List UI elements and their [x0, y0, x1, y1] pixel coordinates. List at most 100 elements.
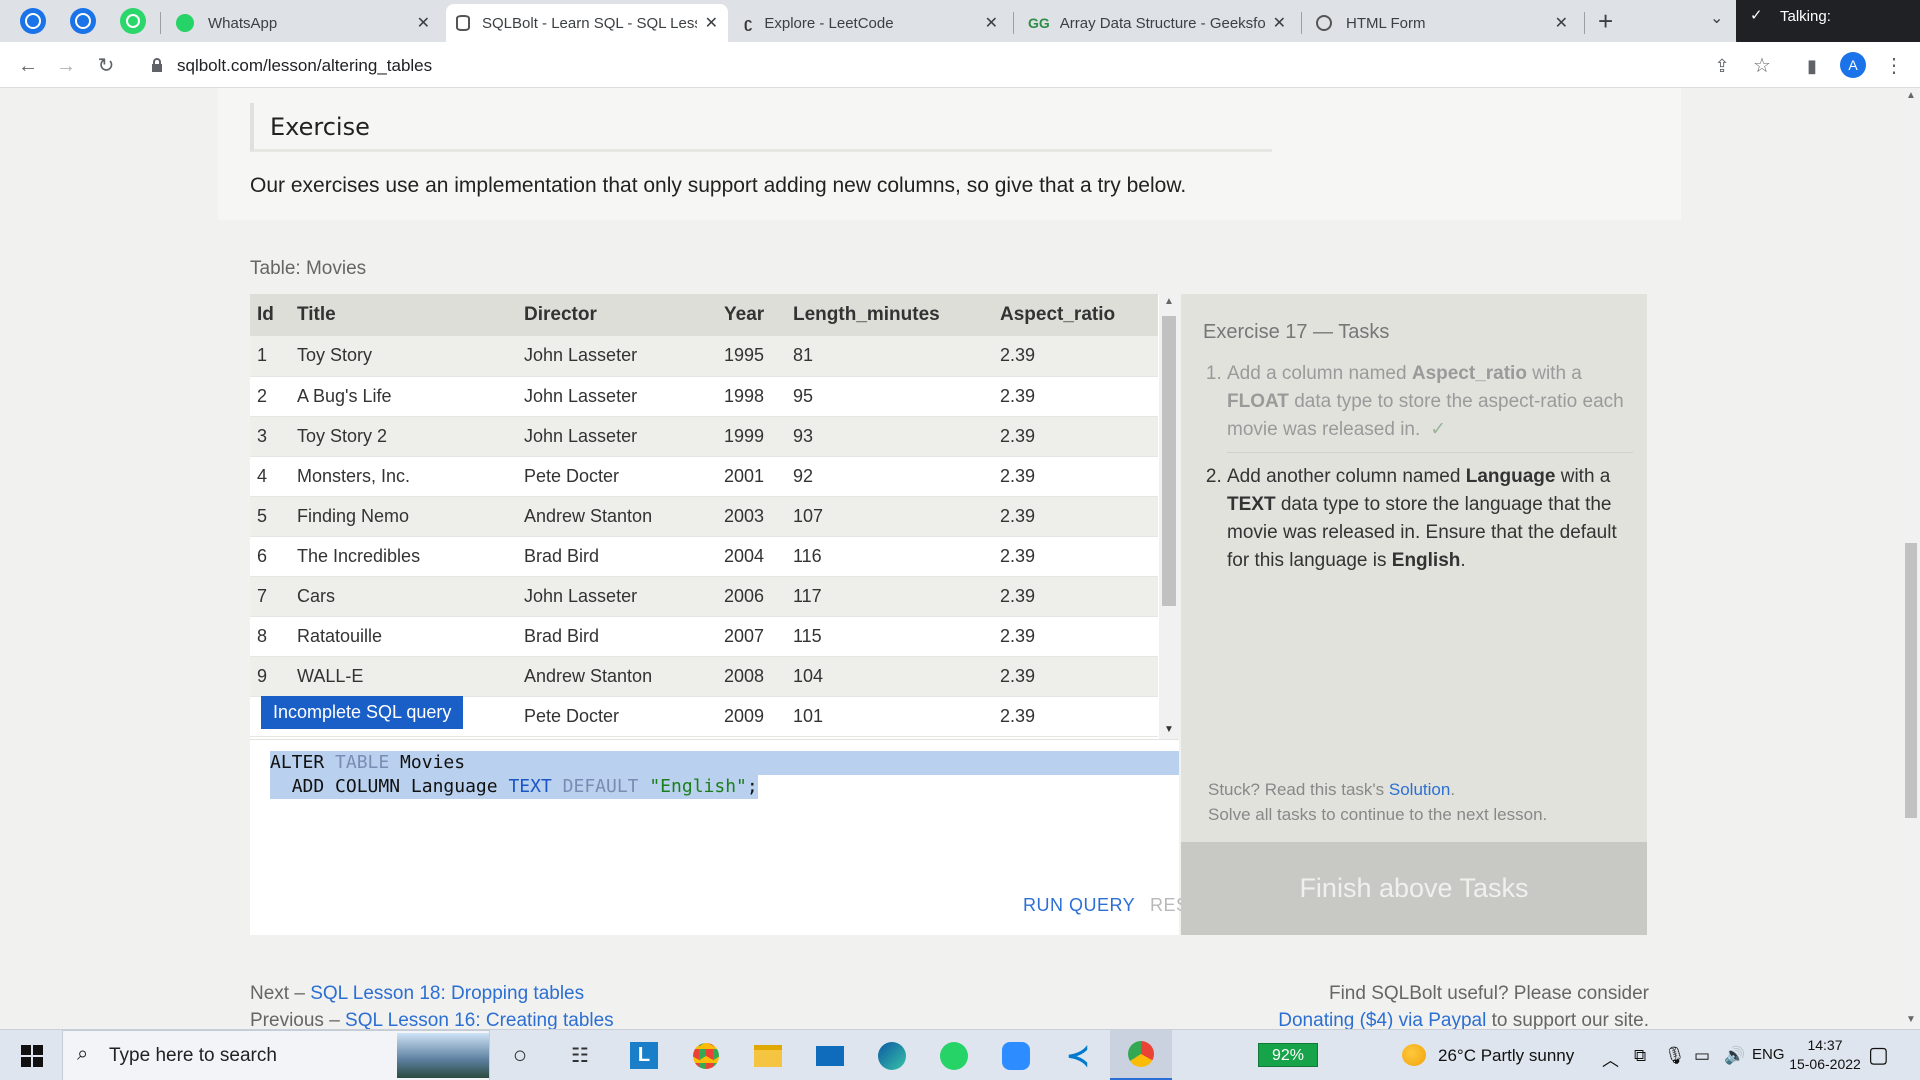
whatsapp-icon[interactable]	[934, 1030, 974, 1080]
edge-icon[interactable]	[872, 1030, 912, 1080]
chevron-down-icon: ✓	[1750, 7, 1763, 24]
table-cell: Pete Docter	[517, 696, 717, 737]
zoom-icon[interactable]	[996, 1030, 1036, 1080]
table-cell: Andrew Stanton	[517, 656, 717, 697]
pinned-tab-1[interactable]	[20, 8, 46, 34]
share-icon[interactable]: ⇪	[1708, 52, 1736, 80]
table-scrollbar-thumb[interactable]	[1162, 316, 1176, 606]
menu-kebab-icon[interactable]: ⋮	[1880, 52, 1908, 80]
cortana-icon[interactable]: ○	[500, 1030, 540, 1080]
lock-icon	[152, 58, 162, 72]
profile-avatar[interactable]: A	[1840, 52, 1866, 78]
next-lesson-link[interactable]: SQL Lesson 18: Dropping tables	[310, 983, 584, 1004]
battery-icon[interactable]: ▭	[1694, 1046, 1710, 1066]
task-item-1: Add a column named Aspect_ratio with a F…	[1227, 360, 1633, 453]
table-row: 6 The Incredibles Brad Bird 2004 116 2.39	[250, 536, 1158, 577]
scroll-down-arrow-icon[interactable]: ▼	[1164, 724, 1174, 735]
tab-whatsapp[interactable]: WhatsApp ✕	[166, 4, 440, 42]
sql-keyword: TABLE	[335, 752, 390, 773]
chrome-icon[interactable]	[686, 1030, 726, 1080]
table-cell: 2.39	[993, 576, 1158, 617]
table-cell: Brad Bird	[517, 536, 717, 577]
table-header-row: Id Title Director Year Length_minutes As…	[250, 294, 1158, 336]
table-cell: John Lasseter	[517, 576, 717, 617]
solution-link[interactable]: Solution	[1389, 780, 1450, 799]
task-view-icon[interactable]: ☷	[560, 1030, 600, 1080]
reload-button[interactable]: ↻	[92, 52, 120, 80]
mail-icon[interactable]	[810, 1030, 850, 1080]
clock[interactable]: 14:37 15-06-2022	[1770, 1036, 1880, 1074]
close-tab-icon[interactable]: ✕	[1273, 13, 1286, 33]
next-label: Next –	[250, 983, 311, 1004]
finish-tasks-button[interactable]: Finish above Tasks	[1181, 842, 1647, 935]
sql-code[interactable]: ALTER TABLE Movies ADD COLUMN Language T…	[270, 751, 1179, 799]
file-explorer-icon[interactable]	[748, 1030, 788, 1080]
tab-leetcode[interactable]: ʗ Explore - LeetCode ✕	[734, 4, 1008, 42]
bookmark-star-icon[interactable]: ☆	[1748, 52, 1776, 80]
page-scrollbar-thumb[interactable]	[1905, 543, 1917, 818]
task-text: Add another column named	[1227, 466, 1466, 487]
close-tab-icon[interactable]: ✕	[985, 13, 998, 33]
table-label: Table: Movies	[250, 258, 367, 279]
column-header: Director	[517, 294, 717, 336]
pinned-tab-3[interactable]	[120, 8, 146, 34]
weather-icon[interactable]	[1402, 1044, 1426, 1066]
scroll-up-arrow-icon[interactable]: ▲	[1164, 296, 1174, 307]
tab-title: Array Data Structure - Geeksfor	[1059, 14, 1265, 32]
new-tab-button[interactable]: +	[1598, 6, 1613, 37]
run-query-button[interactable]: RUN QUERY	[1023, 895, 1135, 916]
tab-search-button[interactable]: ⌄	[1710, 8, 1723, 28]
l-app-icon[interactable]: L	[624, 1030, 664, 1080]
talking-indicator[interactable]: ✓ Talking:	[1736, 0, 1920, 48]
close-tab-icon[interactable]: ✕	[1555, 13, 1568, 33]
vscode-icon[interactable]: ≺	[1058, 1030, 1098, 1080]
table-cell: 1	[250, 336, 290, 377]
pinned-site-icon	[75, 13, 91, 29]
back-button[interactable]: ←	[14, 52, 42, 80]
table-cell: 115	[786, 616, 993, 657]
table-cell: 8	[250, 616, 290, 657]
page-scrollbar[interactable]: ▲ ▼	[1902, 88, 1920, 1029]
sql-text: Language	[400, 776, 509, 797]
sql-string: "English"	[649, 776, 747, 797]
volume-icon[interactable]: 🔊	[1724, 1046, 1745, 1066]
donate-link[interactable]: Donating ($4) via Paypal	[1278, 1010, 1486, 1029]
sql-editor[interactable]: ALTER TABLE Movies ADD COLUMN Language T…	[250, 739, 1212, 935]
previous-lesson-link[interactable]: SQL Lesson 16: Creating tables	[345, 1010, 614, 1029]
scroll-down-arrow-icon[interactable]: ▼	[1906, 1014, 1916, 1025]
table-cell: 2	[250, 376, 290, 417]
tray-chevron-up-icon[interactable]: ︿	[1602, 1046, 1619, 1071]
close-tab-icon[interactable]: ✕	[417, 13, 430, 33]
table-scrollbar[interactable]: ▲ ▼	[1159, 294, 1179, 739]
close-tab-icon[interactable]: ✕	[705, 13, 718, 33]
tab-sqlbolt[interactable]: SQLBolt - Learn SQL - SQL Less ✕	[446, 4, 728, 42]
battery-indicator[interactable]: 92%	[1258, 1043, 1318, 1067]
sql-keyword: DEFAULT	[562, 776, 639, 797]
url-field[interactable]: sqlbolt.com/lesson/altering_tables	[177, 56, 432, 76]
table-cell: 1999	[717, 416, 786, 457]
taskbar-search[interactable]: ⌕ Type here to search	[62, 1030, 490, 1080]
tab-html-form[interactable]: HTML Form ✕	[1306, 4, 1578, 42]
notifications-icon[interactable]: ▢	[1868, 1042, 1889, 1068]
lesson-content: Exercise Our exercises use an implementa…	[218, 88, 1681, 1029]
table-cell: 104	[786, 656, 993, 697]
donate-note: Find SQLBolt useful? Please consider Don…	[1278, 980, 1649, 1029]
table-cell: 2008	[717, 656, 786, 697]
weather-text[interactable]: 26°C Partly sunny	[1438, 1046, 1574, 1066]
windows-start-icon[interactable]	[12, 1030, 52, 1080]
pinned-tab-2[interactable]	[70, 8, 96, 34]
solve-all-text: Solve all tasks to continue to the next …	[1208, 805, 1548, 824]
table-container[interactable]: Id Title Director Year Length_minutes As…	[250, 294, 1179, 739]
tab-geeksforgeeks[interactable]: GG Array Data Structure - Geeksfor ✕	[1018, 4, 1296, 42]
forward-button[interactable]: →	[52, 52, 80, 80]
table-cell: WALL-E	[290, 656, 517, 697]
scroll-up-arrow-icon[interactable]: ▲	[1906, 90, 1916, 101]
table-cell: John Lasseter	[517, 336, 717, 377]
meet-now-icon[interactable]: ⧉	[1634, 1046, 1646, 1066]
table-cell: 2.39	[993, 616, 1158, 657]
chrome-active-icon[interactable]	[1110, 1030, 1172, 1080]
side-panel-icon[interactable]: ▮	[1798, 52, 1826, 80]
talking-label: Talking:	[1780, 8, 1831, 25]
task-emphasis: English	[1391, 550, 1461, 571]
microphone-icon[interactable]: 🎙	[1664, 1046, 1686, 1066]
